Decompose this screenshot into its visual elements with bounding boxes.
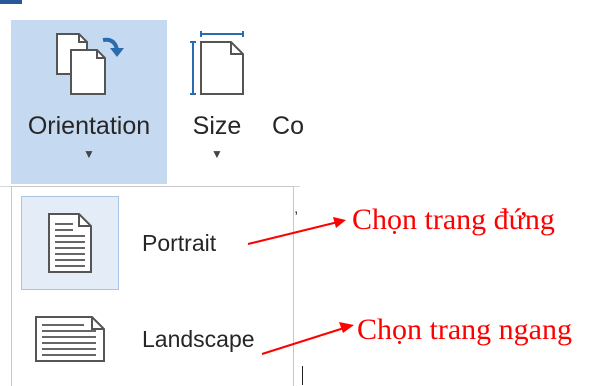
columns-label: Co [272, 112, 304, 140]
annotation-landscape: Chọn trang ngang [357, 313, 572, 346]
landscape-page-icon [22, 293, 118, 385]
page-layout-ribbon: Orientation ▼ Size ▼ Co [0, 0, 304, 187]
portrait-page-icon [21, 196, 119, 290]
document-fragment: , [294, 200, 299, 217]
ribbon-tab-indicator [0, 0, 22, 4]
text-cursor [302, 366, 303, 385]
chevron-down-icon: ▼ [83, 147, 95, 161]
orientation-label: Orientation [27, 112, 151, 140]
annotation-arrowhead-portrait [333, 217, 346, 228]
annotation-portrait: Chọn trang đứng [352, 203, 555, 236]
orientation-icon [49, 30, 129, 98]
orientation-button[interactable]: Orientation ▼ [11, 20, 167, 184]
page-size-icon [187, 30, 247, 98]
size-label: Size [192, 112, 242, 140]
menu-item-portrait[interactable]: Portrait [21, 196, 287, 290]
size-button[interactable]: Size ▼ [184, 20, 250, 184]
menu-item-label: Landscape [142, 326, 255, 352]
columns-button[interactable]: Co [268, 20, 308, 184]
menu-item-label: Portrait [142, 230, 217, 256]
chevron-down-icon: ▼ [211, 147, 223, 161]
annotation-arrowhead-landscape [339, 322, 354, 333]
orientation-dropdown-menu: Portrait Landscape [11, 186, 294, 386]
menu-item-landscape[interactable]: Landscape [22, 293, 287, 385]
